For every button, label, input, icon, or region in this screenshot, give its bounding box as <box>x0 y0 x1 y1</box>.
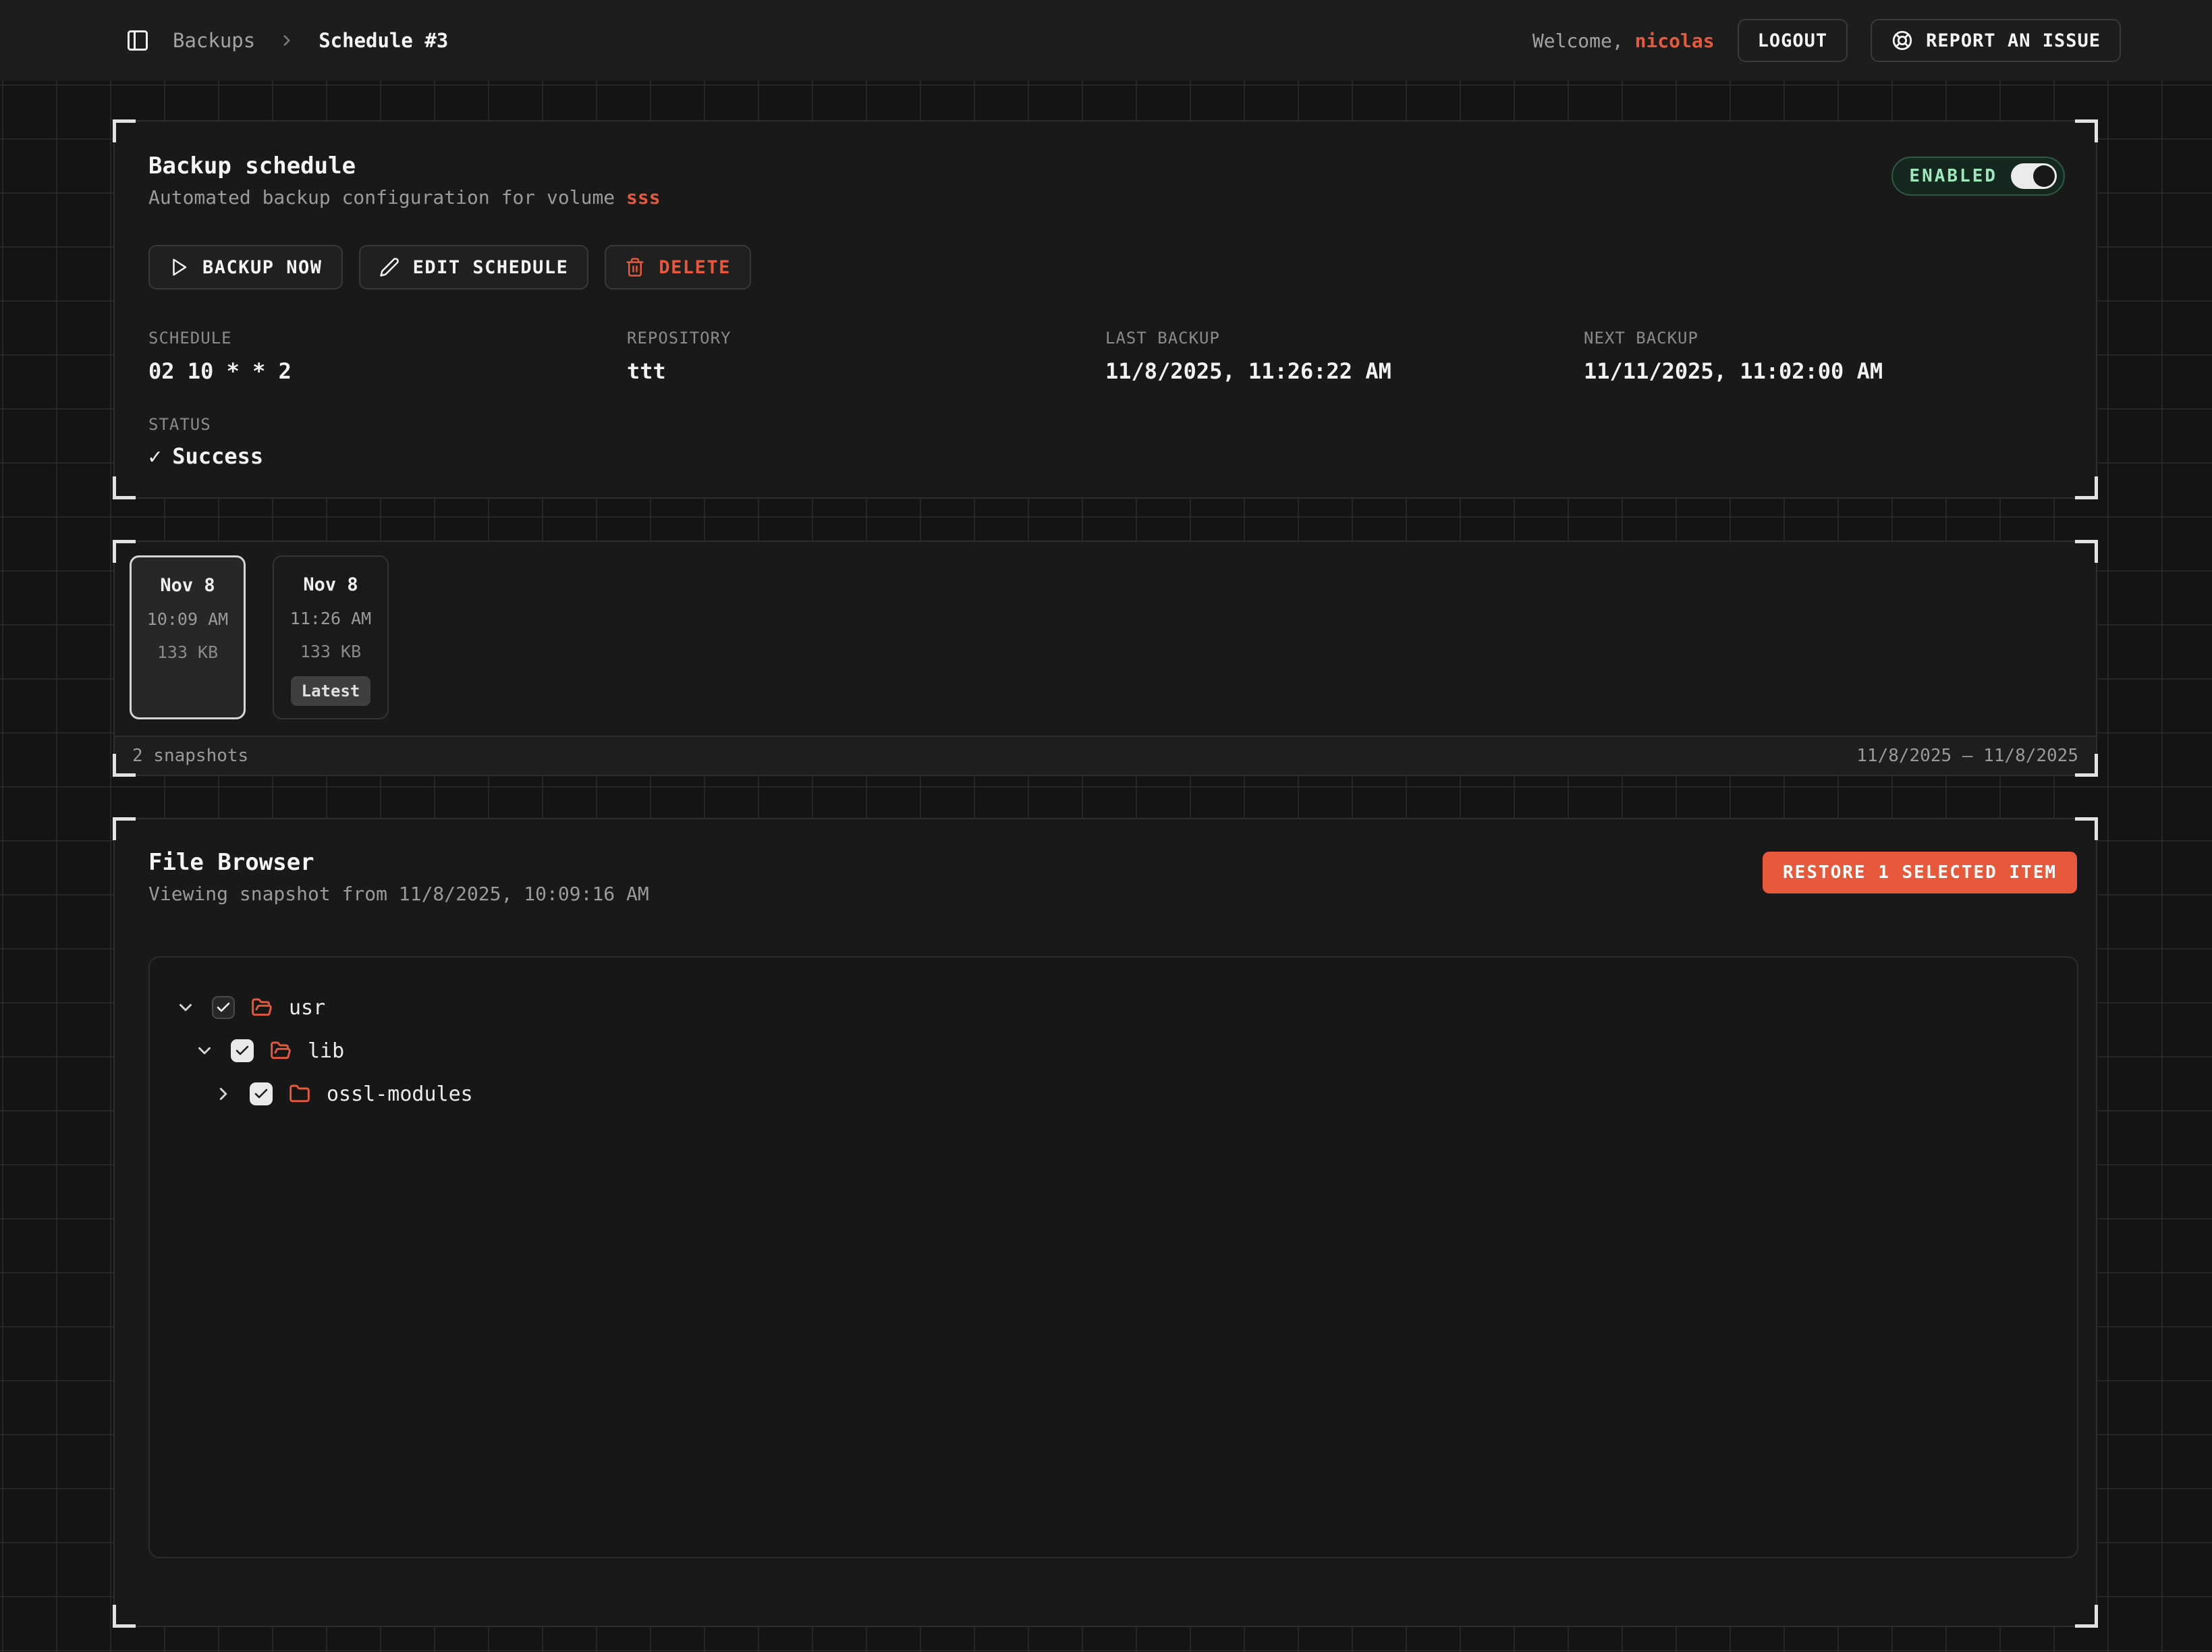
field-value: 02 10 * * 2 <box>148 358 627 384</box>
play-icon <box>169 257 189 277</box>
backup-now-button[interactable]: BACKUP NOW <box>148 245 343 290</box>
field-label: REPOSITORY <box>627 329 1105 348</box>
breadcrumb-section[interactable]: Backups <box>173 29 255 52</box>
breadcrumb: Backups Schedule #3 <box>126 28 448 53</box>
chevron-down-icon[interactable] <box>194 1041 215 1061</box>
logout-button[interactable]: LOGOUT <box>1738 19 1848 62</box>
corner-bracket <box>113 754 136 777</box>
check-icon: ✓ <box>148 443 161 469</box>
folder-open-icon <box>270 1040 292 1062</box>
corner-bracket <box>113 1605 136 1628</box>
field-last-backup: LAST BACKUP 11/8/2025, 11:26:22 AM <box>1105 329 1584 384</box>
tree-row-ossl-modules[interactable]: ossl-modules <box>150 1072 2077 1116</box>
status-label: STATUS <box>148 415 2062 434</box>
field-value: 11/11/2025, 11:02:00 AM <box>1584 358 2062 384</box>
corner-bracket <box>113 119 136 142</box>
snapshots-footer: 2 snapshots 11/8/2025 – 11/8/2025 <box>115 736 2096 775</box>
trash-icon <box>625 257 645 277</box>
status-block: STATUS ✓ Success <box>148 415 2062 469</box>
corner-bracket <box>2075 754 2098 777</box>
corner-bracket <box>2075 540 2098 563</box>
field-next-backup: NEXT BACKUP 11/11/2025, 11:02:00 AM <box>1584 329 2062 384</box>
field-value: 11/8/2025, 11:26:22 AM <box>1105 358 1584 384</box>
field-schedule: SCHEDULE 02 10 * * 2 <box>148 329 627 384</box>
field-label: LAST BACKUP <box>1105 329 1584 348</box>
schedule-card-title: Backup schedule <box>148 153 2062 180</box>
sidebar-toggle-icon[interactable] <box>126 28 150 53</box>
backup-schedule-card: Backup schedule Automated backup configu… <box>113 120 2097 499</box>
edit-schedule-button[interactable]: EDIT SCHEDULE <box>359 245 589 290</box>
corner-bracket <box>2075 119 2098 142</box>
snapshot-size: 133 KB <box>157 642 218 662</box>
corner-bracket <box>2075 817 2098 840</box>
latest-badge: Latest <box>291 676 371 706</box>
tree-row-lib[interactable]: lib <box>150 1029 2077 1072</box>
top-header: Backups Schedule #3 Welcome, nicolas LOG… <box>0 0 2212 81</box>
snapshot-time: 11:26 AM <box>290 609 371 628</box>
status-value: ✓ Success <box>148 443 2062 469</box>
chevron-down-icon[interactable] <box>175 997 196 1018</box>
field-label: NEXT BACKUP <box>1584 329 2062 348</box>
corner-bracket <box>113 476 136 499</box>
username: nicolas <box>1635 30 1715 52</box>
folder-icon <box>289 1083 310 1105</box>
snapshot-date: Nov 8 <box>303 574 358 595</box>
snapshot-size: 133 KB <box>300 642 361 661</box>
breadcrumb-current-page: Schedule #3 <box>319 29 448 52</box>
field-value: ttt <box>627 358 1105 384</box>
file-tree-panel: usr lib <box>148 956 2078 1558</box>
corner-bracket <box>2075 476 2098 499</box>
snapshot-date-range: 11/8/2025 – 11/8/2025 <box>1856 746 2078 766</box>
corner-bracket <box>2075 1605 2098 1628</box>
tree-row-usr[interactable]: usr <box>150 986 2077 1029</box>
tree-item-name[interactable]: ossl-modules <box>327 1082 473 1106</box>
snapshot-date: Nov 8 <box>160 575 215 596</box>
file-browser-card: File Browser Viewing snapshot from 11/8/… <box>113 818 2097 1627</box>
life-buoy-icon <box>1891 29 1914 52</box>
toggle-switch[interactable] <box>2011 163 2057 189</box>
enabled-toggle[interactable]: ENABLED <box>1891 157 2065 196</box>
volume-name: sss <box>626 186 661 209</box>
chevron-right-icon <box>278 32 296 49</box>
field-repository: REPOSITORY ttt <box>627 329 1105 384</box>
snapshot-count: 2 snapshots <box>132 746 248 766</box>
tree-item-name[interactable]: lib <box>308 1039 344 1063</box>
snapshots-card: Nov 8 10:09 AM 133 KB Nov 8 11:26 AM 133… <box>113 541 2097 776</box>
field-label: SCHEDULE <box>148 329 627 348</box>
delete-button[interactable]: DELETE <box>605 245 751 290</box>
checkbox-lib[interactable] <box>231 1039 254 1062</box>
welcome-text: Welcome, nicolas <box>1532 30 1715 52</box>
folder-open-icon <box>251 997 273 1018</box>
pencil-icon <box>379 257 399 277</box>
report-issue-button[interactable]: REPORT AN ISSUE <box>1871 19 2121 62</box>
tree-item-name[interactable]: usr <box>289 996 325 1020</box>
checkbox-usr[interactable] <box>212 996 235 1019</box>
chevron-right-icon[interactable] <box>213 1084 233 1104</box>
snapshot-card[interactable]: Nov 8 11:26 AM 133 KB Latest <box>273 555 389 719</box>
corner-bracket <box>113 817 136 840</box>
enabled-label: ENABLED <box>1909 166 1997 186</box>
corner-bracket <box>113 540 136 563</box>
snapshot-card-selected[interactable]: Nov 8 10:09 AM 133 KB <box>130 555 246 719</box>
snapshot-time: 10:09 AM <box>147 609 228 629</box>
schedule-card-subtitle: Automated backup configuration for volum… <box>148 186 2062 209</box>
checkbox-ossl-modules[interactable] <box>250 1082 273 1105</box>
restore-selected-button[interactable]: RESTORE 1 SELECTED ITEM <box>1763 852 2077 893</box>
toggle-knob <box>2033 165 2055 187</box>
